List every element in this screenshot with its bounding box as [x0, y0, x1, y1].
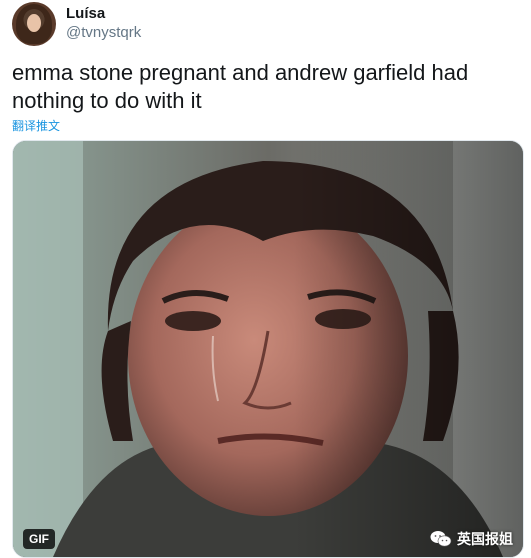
translate-tweet-link[interactable]: 翻译推文 [12, 117, 60, 134]
gif-frame-image [13, 141, 523, 557]
author-avatar[interactable] [12, 2, 56, 46]
avatar-face [27, 14, 41, 32]
gif-badge: GIF [23, 529, 55, 549]
tweet-text: emma stone pregnant and andrew garfield … [12, 60, 469, 113]
wechat-icon [430, 531, 452, 547]
watermark: 英国报姐 [430, 529, 513, 549]
author-handle[interactable]: @tvnystqrk [66, 24, 141, 41]
author-name[interactable]: Luísa [66, 5, 105, 22]
watermark-label: 英国报姐 [457, 531, 513, 547]
gif-media[interactable]: GIF 英国报姐 [12, 140, 524, 558]
